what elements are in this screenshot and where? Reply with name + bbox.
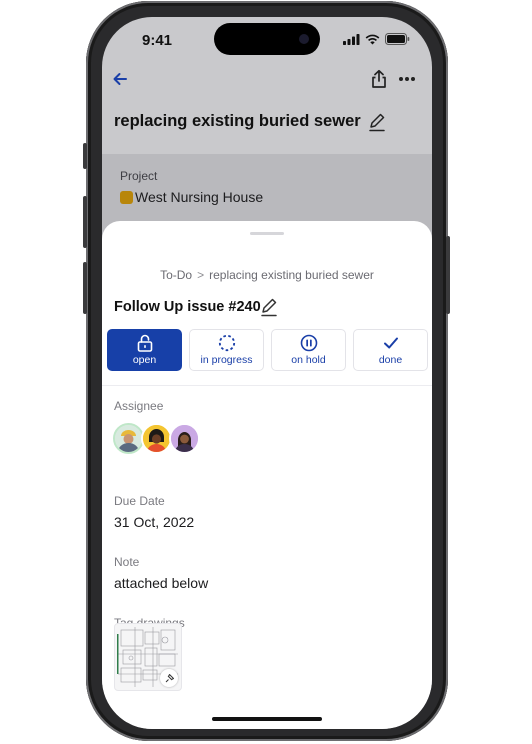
assignee-label: Assignee: [114, 399, 164, 413]
status-done-label: done: [378, 354, 403, 366]
home-indicator: [212, 717, 322, 721]
assignee-avatars[interactable]: [113, 423, 200, 454]
arrow-left-icon[interactable]: [112, 71, 128, 87]
breadcrumb-separator: >: [197, 268, 205, 282]
check-icon: [383, 337, 398, 349]
status-open-label: open: [132, 354, 157, 366]
divider: [102, 385, 432, 386]
unlock-icon: [137, 334, 152, 352]
system-icons: [343, 33, 410, 45]
project-label: Project: [120, 169, 158, 183]
drawing-thumbnail[interactable]: [114, 623, 182, 691]
avatar[interactable]: [141, 423, 172, 454]
cellular-signal-icon: [343, 33, 360, 45]
note-label: Note: [114, 555, 140, 569]
ellipsis-icon[interactable]: [398, 71, 416, 87]
dynamic-island: [214, 23, 320, 55]
pencil-icon[interactable]: [368, 112, 386, 132]
share-icon[interactable]: [370, 69, 388, 89]
status-bar: 9:41: [102, 17, 432, 65]
avatar[interactable]: [169, 423, 200, 454]
breadcrumb: To-Do > replacing existing buried sewer: [102, 268, 432, 282]
wifi-icon: [365, 34, 380, 44]
note-value[interactable]: attached below: [114, 575, 208, 591]
status-time: 9:41: [142, 32, 173, 49]
pause-circle-icon: [300, 334, 317, 352]
status-on-hold-label: on hold: [291, 354, 326, 366]
status-open-button[interactable]: open: [107, 329, 182, 371]
phone-action-button: [83, 143, 87, 169]
progress-circle-icon: [218, 334, 235, 352]
sheet-grabber[interactable]: [250, 232, 284, 235]
battery-icon: [385, 33, 410, 45]
phone-screen: 9:41 replacing existing buried sewer Pro…: [102, 17, 432, 729]
issue-bottom-sheet: To-Do > replacing existing buried sewer Fo…: [102, 221, 432, 729]
project-name[interactable]: West Nursing House: [120, 189, 263, 205]
phone-power-button: [446, 236, 450, 314]
tag-pin-icon[interactable]: [160, 669, 178, 687]
project-color-swatch: [120, 190, 133, 204]
phone-volume-down-button: [83, 262, 87, 314]
page-title: replacing existing buried sewer: [114, 112, 361, 130]
issue-title: Follow Up issue #240: [114, 299, 261, 315]
due-date-label: Due Date: [114, 494, 165, 508]
navigation-bar: [102, 69, 432, 95]
project-name-text: West Nursing House: [135, 189, 264, 205]
phone-volume-up-button: [83, 196, 87, 248]
status-done-button[interactable]: done: [353, 329, 428, 371]
pencil-icon[interactable]: [260, 297, 278, 317]
status-in-progress-button[interactable]: in progress: [189, 329, 264, 371]
due-date-value[interactable]: 31 Oct, 2022: [114, 514, 194, 530]
breadcrumb-parent[interactable]: To-Do: [160, 268, 192, 282]
status-on-hold-button[interactable]: on hold: [271, 329, 346, 371]
status-in-progress-label: in progress: [200, 354, 253, 366]
camera-icon: [299, 34, 309, 44]
breadcrumb-current: replacing existing buried sewer: [209, 268, 374, 282]
avatar[interactable]: [113, 423, 144, 454]
status-selector: open in progress on hold done: [107, 329, 428, 371]
